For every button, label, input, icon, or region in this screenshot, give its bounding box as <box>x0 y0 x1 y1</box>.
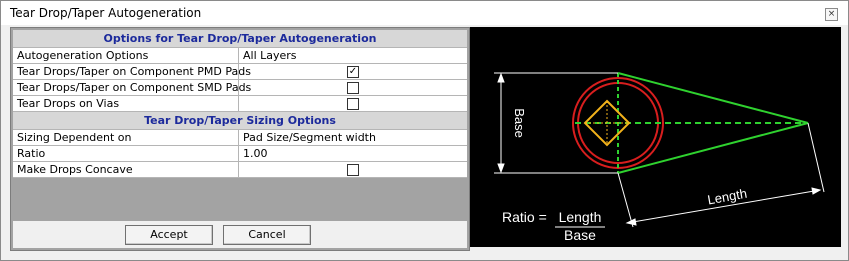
row-label: Tear Drops/Taper on Component PMD Pads <box>17 65 251 78</box>
section-header-options: Options for Tear Drop/Taper Autogenerati… <box>13 30 467 48</box>
vias-checkbox[interactable] <box>347 98 359 110</box>
row-label: Tear Drops/Taper on Component SMD Pads <box>17 81 252 94</box>
smd-pads-checkbox[interactable] <box>347 82 359 94</box>
row-ratio: Ratio 1.00 <box>13 146 467 162</box>
length-dimension <box>617 122 825 228</box>
ratio-denominator: Base <box>564 227 596 243</box>
ratio-formula: Ratio = Length Base <box>502 209 605 243</box>
dialog-window: Tear Drop/Taper Autogeneration × Options… <box>0 0 849 261</box>
section-header-sizing: Tear Drop/Taper Sizing Options <box>13 112 467 130</box>
autogeneration-options-dropdown[interactable]: All Layers <box>238 48 468 63</box>
value-cell <box>238 80 468 95</box>
base-label: Base <box>512 108 527 138</box>
options-panel: Options for Tear Drop/Taper Autogenerati… <box>10 27 470 251</box>
ratio-value: 1.00 <box>243 147 268 160</box>
window-title: Tear Drop/Taper Autogeneration <box>10 6 202 20</box>
dropdown-value: Pad Size/Segment width <box>243 131 376 144</box>
close-icon[interactable]: × <box>825 8 838 21</box>
value-cell: ✓ <box>238 64 468 79</box>
accept-button[interactable]: Accept <box>125 225 213 245</box>
cancel-button[interactable]: Cancel <box>223 225 311 245</box>
row-vias: Tear Drops on Vias <box>13 96 467 112</box>
row-label: Sizing Dependent on <box>17 131 132 144</box>
title-bar[interactable]: Tear Drop/Taper Autogeneration × <box>1 1 848 25</box>
length-label: Length <box>706 186 748 208</box>
row-label: Make Drops Concave <box>17 163 133 176</box>
row-label: Ratio <box>17 147 46 160</box>
row-smd-pads: Tear Drops/Taper on Component SMD Pads <box>13 80 467 96</box>
pmd-pads-checkbox[interactable]: ✓ <box>347 66 359 78</box>
button-bar: Accept Cancel <box>13 221 467 248</box>
pad-diamond-icon <box>583 99 631 147</box>
row-sizing-dependent: Sizing Dependent on Pad Size/Segment wid… <box>13 130 467 146</box>
row-label: Tear Drops on Vias <box>17 97 120 110</box>
row-pmd-pads: Tear Drops/Taper on Component PMD Pads ✓ <box>13 64 467 80</box>
sizing-dependent-dropdown[interactable]: Pad Size/Segment width <box>238 130 468 145</box>
ratio-input[interactable]: 1.00 <box>238 146 468 161</box>
row-label: Autogeneration Options <box>17 49 149 62</box>
dropdown-value: All Layers <box>243 49 297 62</box>
value-cell <box>238 162 468 177</box>
ratio-numerator: Length <box>559 209 602 225</box>
row-autogeneration-options: Autogeneration Options All Layers <box>13 48 467 64</box>
ratio-prefix: Ratio = <box>502 209 547 225</box>
diagram-svg: Base Length Ratio = Length Base <box>494 72 825 243</box>
teardrop-diagram: Base Length Ratio = Length Base <box>470 27 841 247</box>
row-make-concave: Make Drops Concave <box>13 162 467 178</box>
value-cell <box>238 96 468 111</box>
make-concave-checkbox[interactable] <box>347 164 359 176</box>
